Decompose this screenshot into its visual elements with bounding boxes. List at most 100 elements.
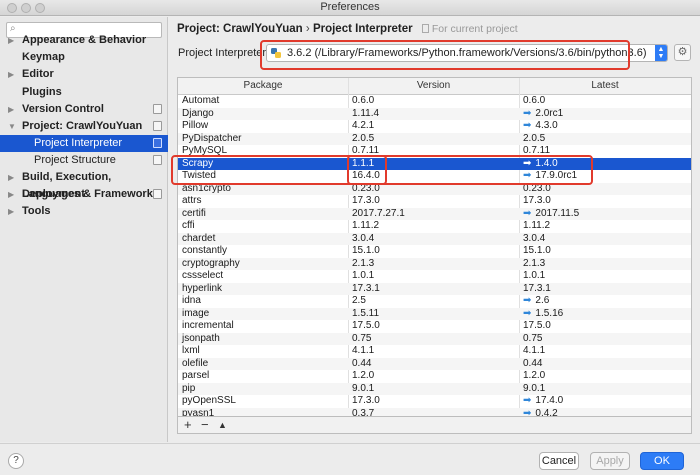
table-row[interactable]: Django 1.11.4 ➡ 2.0rc1 — [178, 107, 691, 120]
package-latest-cell: 0.75 — [523, 333, 542, 346]
latest-version-text: 2.1.3 — [523, 257, 546, 269]
sidebar-item[interactable]: ▶ Version Control — [0, 101, 168, 118]
table-row[interactable]: chardet 3.0.4 3.0.4 — [178, 232, 691, 245]
sidebar-item[interactable]: Keymap — [0, 49, 168, 66]
interpreter-select[interactable]: 3.6.2 (/Library/Frameworks/Python.framew… — [266, 44, 668, 62]
sidebar-item[interactable]: ▼ Project: CrawlYouYuan — [0, 118, 168, 135]
python-icon — [271, 48, 281, 58]
interpreter-value: 3.6.2 (/Library/Frameworks/Python.framew… — [287, 47, 647, 59]
sidebar-item-label: Plugins — [22, 86, 62, 98]
apply-button[interactable]: Apply — [590, 452, 630, 470]
table-row[interactable]: pyasn1 0.3.7 ➡ 0.4.2 — [178, 407, 691, 417]
sidebar-item-label: Languages & Frameworks — [22, 188, 159, 200]
table-row[interactable]: incremental 17.5.0 17.5.0 — [178, 320, 691, 333]
disclosure-collapsed-icon[interactable]: ▶ — [8, 169, 14, 186]
table-row[interactable]: certifi 2017.7.27.1 ➡ 2017.11.5 — [178, 207, 691, 220]
package-latest-cell: 1.11.2 — [523, 220, 550, 233]
package-name-cell: olefile — [182, 357, 209, 369]
table-row[interactable]: image 1.5.11 ➡ 1.5.16 — [178, 307, 691, 321]
table-row[interactable]: lxml 4.1.1 4.1.1 — [178, 345, 691, 358]
sidebar-item[interactable]: ▶ Tools — [0, 203, 168, 220]
package-latest-cell: 15.1.0 — [523, 245, 551, 258]
table-row[interactable]: PyMySQL 0.7.11 0.7.11 — [178, 145, 691, 158]
table-row[interactable]: cssselect 1.0.1 1.0.1 — [178, 270, 691, 283]
package-name-cell: Django — [182, 107, 214, 119]
upgrade-available-icon: ➡ — [523, 120, 532, 131]
sidebar-item[interactable]: Plugins — [0, 84, 168, 101]
package-name-cell: asn1crypto — [182, 182, 231, 194]
table-row[interactable]: pyOpenSSL 17.3.0 ➡ 17.4.0 — [178, 395, 691, 408]
sidebar-item[interactable]: ▶ Editor — [0, 66, 168, 83]
sidebar-item-label: Project Structure — [34, 154, 116, 166]
package-version-cell: 1.0.1 — [352, 270, 375, 281]
package-name-cell: cffi — [182, 220, 195, 231]
cancel-button[interactable]: Cancel — [539, 452, 579, 470]
table-row[interactable]: hyperlink 17.3.1 17.3.1 — [178, 282, 691, 296]
remove-package-button[interactable]: − — [201, 418, 209, 432]
package-latest-cell: ➡ 0.4.2 — [523, 408, 558, 417]
disclosure-collapsed-icon[interactable]: ▶ — [8, 66, 14, 83]
disclosure-collapsed-icon[interactable]: ▶ — [8, 186, 14, 203]
package-version-cell: 0.6.0 — [352, 95, 375, 106]
package-version-cell: 4.2.1 — [352, 120, 375, 131]
latest-version-text: 1.4.0 — [535, 157, 558, 169]
table-row[interactable]: parsel 1.2.0 1.2.0 — [178, 370, 691, 383]
table-row[interactable]: cryptography 2.1.3 2.1.3 — [178, 257, 691, 270]
table-row[interactable]: Scrapy 1.1.1 ➡ 1.4.0 — [178, 157, 691, 171]
package-latest-cell: 17.3.1 — [523, 283, 551, 296]
latest-version-text: 0.6.0 — [523, 95, 546, 106]
table-row[interactable]: cffi 1.11.2 1.11.2 — [178, 220, 691, 233]
package-latest-cell: ➡ 1.4.0 — [523, 158, 558, 171]
interpreter-settings-button[interactable]: ⚙ — [674, 44, 691, 61]
latest-version-text: 17.3.0 — [523, 195, 551, 206]
package-latest-cell: 4.1.1 — [523, 345, 545, 358]
table-row[interactable]: attrs 17.3.0 17.3.0 — [178, 195, 691, 208]
sidebar-item[interactable]: Project Interpreter — [0, 135, 168, 152]
sidebar-item[interactable]: ▶ Build, Execution, Deployment — [0, 169, 168, 200]
table-row[interactable]: jsonpath 0.75 0.75 — [178, 332, 691, 346]
package-version-cell: 17.5.0 — [352, 320, 380, 331]
title-bar: Preferences — [0, 0, 700, 16]
ok-button[interactable]: OK — [640, 452, 684, 470]
disclosure-expanded-icon[interactable]: ▼ — [8, 118, 16, 135]
table-row[interactable]: Twisted 16.4.0 ➡ 17.9.0rc1 — [178, 170, 691, 183]
table-row[interactable]: constantly 15.1.0 15.1.0 — [178, 245, 691, 258]
table-row[interactable]: PyDispatcher 2.0.5 2.0.5 — [178, 132, 691, 145]
table-row[interactable]: Pillow 4.2.1 ➡ 4.3.0 — [178, 120, 691, 133]
package-latest-cell: ➡ 17.4.0 — [523, 395, 563, 408]
package-name-cell: incremental — [182, 320, 234, 331]
package-latest-cell: 9.0.1 — [523, 383, 545, 396]
table-row[interactable]: olefile 0.44 0.44 — [178, 357, 691, 370]
upgrade-package-button[interactable]: ▲ — [218, 418, 227, 432]
upgrade-available-icon: ➡ — [523, 157, 532, 169]
add-package-button[interactable]: + — [184, 418, 192, 432]
column-header-latest[interactable]: Latest — [519, 80, 691, 91]
table-row[interactable]: idna 2.5 ➡ 2.6 — [178, 295, 691, 308]
latest-version-text: 4.3.0 — [535, 120, 558, 131]
package-name-cell: Scrapy — [182, 157, 214, 169]
disclosure-collapsed-icon[interactable]: ▶ — [8, 32, 14, 49]
gear-icon: ⚙ — [677, 46, 688, 58]
column-header-version[interactable]: Version — [348, 80, 519, 91]
sidebar-item[interactable]: Project Structure — [0, 152, 168, 169]
disclosure-collapsed-icon[interactable]: ▶ — [8, 203, 14, 220]
package-latest-cell: ➡ 1.5.16 — [523, 308, 563, 321]
table-row[interactable]: Automat 0.6.0 0.6.0 — [178, 95, 691, 108]
package-version-cell: 0.3.7 — [352, 407, 375, 417]
latest-version-text: 9.0.1 — [523, 382, 546, 394]
breadcrumb-page: Project Interpreter — [312, 23, 413, 35]
breadcrumb-project: Project: CrawlYouYuan — [177, 23, 303, 35]
column-header-package[interactable]: Package — [178, 80, 348, 91]
sidebar-item-label: Project Interpreter — [34, 137, 123, 149]
help-button[interactable]: ? — [8, 453, 24, 469]
table-row[interactable]: pip 9.0.1 9.0.1 — [178, 382, 691, 396]
table-toolbar: + − ▲ — [177, 417, 692, 434]
disclosure-collapsed-icon[interactable]: ▶ — [8, 101, 14, 118]
sidebar-item[interactable]: ▶ Appearance & Behavior — [0, 32, 168, 49]
sidebar-item-label: Editor — [22, 68, 54, 80]
table-row[interactable]: asn1crypto 0.23.0 0.23.0 — [178, 182, 691, 195]
packages-table[interactable]: Package Version Latest Automat 0.6.0 0.6.0… — [177, 77, 692, 417]
sidebar-item[interactable]: ▶ Languages & Frameworks — [0, 186, 168, 203]
latest-version-text: 0.7.11 — [523, 145, 551, 156]
project-scope-icon — [421, 24, 429, 33]
